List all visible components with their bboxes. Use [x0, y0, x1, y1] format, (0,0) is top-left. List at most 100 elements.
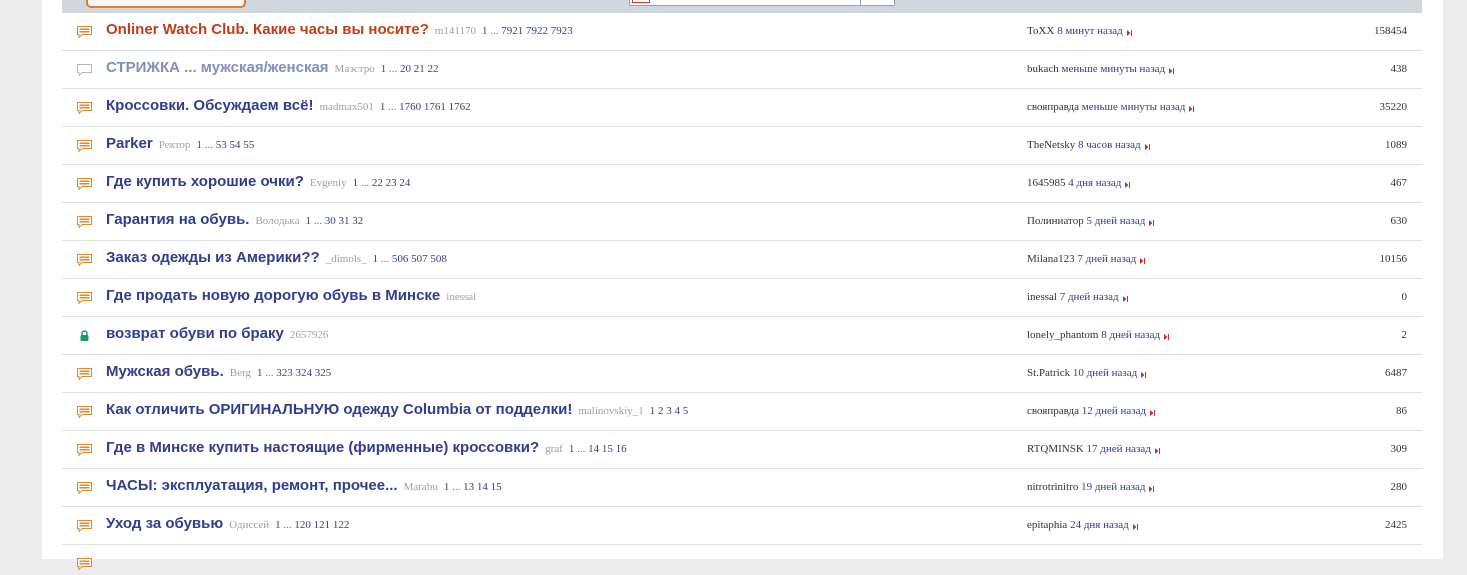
last-post-user[interactable]: Полиниатор	[1027, 215, 1084, 227]
last-post-user[interactable]: lonely_phantom	[1027, 329, 1099, 341]
new-topic-button[interactable]	[86, 0, 246, 8]
jump-to-last-icon[interactable]	[1122, 293, 1128, 303]
page-link[interactable]: 55	[243, 139, 254, 151]
last-post-user[interactable]: свояправда	[1027, 101, 1079, 113]
page-link[interactable]: 13	[463, 481, 474, 493]
last-post-time[interactable]: меньше минуты назад	[1062, 63, 1166, 75]
jump-to-last-icon[interactable]	[1144, 141, 1150, 151]
topic-title-link[interactable]: Заказ одежды из Америки??	[106, 249, 320, 266]
page-link[interactable]: 15	[602, 443, 613, 455]
page-link[interactable]: 1761	[424, 101, 446, 113]
page-link[interactable]: 1	[275, 519, 281, 531]
last-post-time[interactable]: 8 минут назад	[1057, 25, 1123, 37]
jump-to-last-icon[interactable]	[1150, 407, 1156, 417]
jump-to-last-icon[interactable]	[1141, 369, 1147, 379]
page-link[interactable]: 325	[315, 367, 332, 379]
last-post-time[interactable]: 7 дней назад	[1060, 291, 1119, 303]
page-link[interactable]: 506	[392, 253, 409, 265]
page-link[interactable]: 23	[386, 177, 397, 189]
page-link[interactable]: 20	[400, 63, 411, 75]
page-link[interactable]: 508	[430, 253, 447, 265]
page-link[interactable]: 1	[381, 63, 387, 75]
last-post-user[interactable]: epitaphia	[1027, 519, 1067, 531]
last-post-time[interactable]: 10 дней назад	[1073, 367, 1137, 379]
jump-to-last-icon[interactable]	[1125, 179, 1131, 189]
page-link[interactable]: 122	[333, 519, 350, 531]
page-link[interactable]: 22	[372, 177, 383, 189]
page-link[interactable]: 30	[325, 215, 336, 227]
page-link[interactable]: 121	[314, 519, 331, 531]
topic-title-link[interactable]: Как отличить ОРИГИНАЛЬНУЮ одежду Columbi…	[106, 401, 572, 418]
page-link[interactable]: 54	[229, 139, 240, 151]
last-post-user[interactable]: TheNetsky	[1027, 139, 1075, 151]
topic-title-link[interactable]: Гарантия на обувь.	[106, 211, 249, 228]
page-link[interactable]: 4	[675, 405, 681, 417]
page-link[interactable]: 1	[444, 481, 450, 493]
page-link[interactable]: 21	[414, 63, 425, 75]
page-link[interactable]: 1	[482, 25, 488, 37]
topic-title-link[interactable]: Кроссовки. Обсуждаем всё!	[106, 97, 313, 114]
page-link[interactable]: 7922	[526, 25, 548, 37]
jump-to-last-icon[interactable]	[1149, 217, 1155, 227]
last-post-time[interactable]: 5 дней назад	[1086, 215, 1145, 227]
page-link[interactable]: 323	[276, 367, 293, 379]
last-post-time[interactable]: 8 дней назад	[1101, 329, 1160, 341]
page-link[interactable]: 1	[196, 139, 202, 151]
jump-to-last-icon[interactable]	[1140, 255, 1146, 265]
topic-title-link[interactable]: ЧАСЫ: эксплуатация, ремонт, прочее...	[106, 477, 398, 494]
topic-title-link[interactable]: Мужская обувь.	[106, 363, 224, 380]
topic-title-link[interactable]: Где продать новую дорогую обувь в Минске	[106, 287, 440, 304]
last-post-user[interactable]: St.Patrick	[1027, 367, 1070, 379]
page-link[interactable]: 5	[683, 405, 689, 417]
last-post-time[interactable]: 17 дней назад	[1087, 443, 1151, 455]
jump-to-last-icon[interactable]	[1149, 483, 1155, 493]
page-link[interactable]: 16	[616, 443, 627, 455]
last-post-time[interactable]: 12 дней назад	[1082, 405, 1146, 417]
search-submit-icon[interactable]	[632, 0, 650, 3]
page-link[interactable]: 1	[306, 215, 312, 227]
page-link[interactable]: 15	[491, 481, 502, 493]
jump-to-last-icon[interactable]	[1189, 103, 1195, 113]
page-link[interactable]: 14	[588, 443, 599, 455]
page-link[interactable]: 1760	[399, 101, 421, 113]
page-link[interactable]: 1762	[449, 101, 471, 113]
last-post-time[interactable]: 8 часов назад	[1078, 139, 1141, 151]
page-link[interactable]: 120	[294, 519, 311, 531]
last-post-user[interactable]: bukach	[1027, 63, 1059, 75]
page-link[interactable]: 7921	[501, 25, 523, 37]
last-post-user[interactable]: ToXX	[1027, 25, 1054, 37]
page-link[interactable]: 1	[650, 405, 656, 417]
last-post-user[interactable]: 1645985	[1027, 177, 1066, 189]
page-link[interactable]: 507	[411, 253, 428, 265]
last-post-user[interactable]: nitrotrinitro	[1027, 481, 1078, 493]
page-link[interactable]: 7923	[551, 25, 573, 37]
page-link[interactable]: 32	[352, 215, 363, 227]
page-link[interactable]: 1	[569, 443, 575, 455]
last-post-time[interactable]: 24 дня назад	[1070, 519, 1129, 531]
topic-title-link[interactable]: СТРИЖКА ... мужская/женская	[106, 59, 329, 76]
jump-to-last-icon[interactable]	[1164, 331, 1170, 341]
page-link[interactable]: 22	[428, 63, 439, 75]
last-post-time[interactable]: 19 дней назад	[1081, 481, 1145, 493]
jump-to-last-icon[interactable]	[1169, 65, 1175, 75]
page-link[interactable]: 1	[257, 367, 263, 379]
page-link[interactable]: 53	[216, 139, 227, 151]
jump-to-last-icon[interactable]	[1132, 521, 1138, 531]
page-link[interactable]: 31	[339, 215, 350, 227]
topic-title-link[interactable]: Onliner Watch Club. Какие часы вы носите…	[106, 21, 429, 38]
page-link[interactable]: 1	[380, 101, 386, 113]
last-post-user[interactable]: свояправда	[1027, 405, 1079, 417]
last-post-user[interactable]: RTQMINSK	[1027, 443, 1084, 455]
page-link[interactable]: 14	[477, 481, 488, 493]
topic-title-link[interactable]: Где купить хорошие очки?	[106, 173, 304, 190]
search-input[interactable]	[629, 0, 895, 6]
jump-to-last-icon[interactable]	[1154, 445, 1160, 455]
page-link[interactable]: 324	[295, 367, 312, 379]
page-link[interactable]: 1	[373, 253, 379, 265]
jump-to-last-icon[interactable]	[1126, 27, 1132, 37]
last-post-time[interactable]: 7 дней назад	[1077, 253, 1136, 265]
topic-title-link[interactable]: Уход за обувью	[106, 515, 223, 532]
page-link[interactable]: 2	[658, 405, 664, 417]
page-link[interactable]: 3	[666, 405, 672, 417]
last-post-user[interactable]: inessal	[1027, 291, 1057, 303]
